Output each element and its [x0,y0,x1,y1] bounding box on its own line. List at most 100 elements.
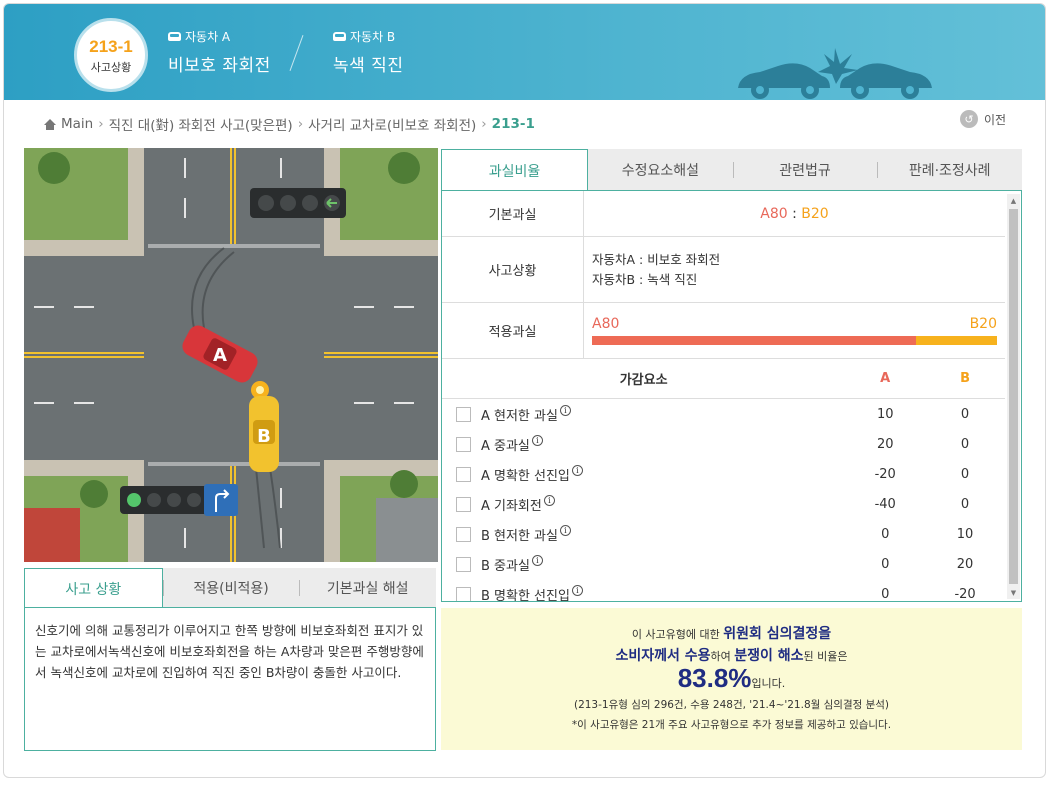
fault-ratio-panel[interactable]: 기본과실 A80 : B20 사고상황 자동차A : 비보호 좌회전 자동차B … [441,190,1022,602]
adjustment-checkbox[interactable] [456,466,471,482]
applied-fault-label: 적용과실 [442,303,584,358]
prev-button[interactable]: ↺ 이전 [960,110,1006,128]
car-b-info: 자동차 B 녹색 직진 [333,28,403,76]
basic-fault-label: 기본과실 [442,191,584,236]
adjustment-value-a: 10 [876,406,894,422]
info-line2-bold2: 분쟁이 해소 [734,648,804,664]
adjustment-name: A 기좌회전 [480,498,542,514]
info-icon[interactable]: i [559,524,571,536]
scroll-up-icon[interactable]: ▲ [1007,194,1020,207]
accident-illustration: A B [24,148,438,562]
applied-fault-b: B20 [969,316,997,332]
basic-fault-b: B20 [801,205,829,222]
adjustment-value-a: 0 [881,526,890,542]
tab-applicability[interactable]: 적용(비적용) [162,568,300,608]
right-tab-bar: 과실비율 수정요소해설 관련법규 판례·조정사례 [441,149,1022,191]
case-badge: 213-1 사고상황 [74,18,148,92]
fault-bar-a [592,336,916,345]
info-note: (213-1유형 심의 296건, 수용 248건, '21.4~'21.8월 … [573,699,890,711]
tab-related-laws[interactable]: 관련법규 [732,149,878,191]
header-divider [289,34,304,72]
situation-label: 사고상황 [442,237,584,302]
adjustment-name: B 현저한 과실 [480,528,558,544]
adjustment-value-a: 0 [881,556,890,572]
car-b-mark: B [257,426,271,447]
adjustment-row: A 중과실 i 20 0 [442,429,1005,459]
intersection-diagram: A B [24,148,438,562]
tab-fault-ratio[interactable]: 과실비율 [441,149,588,191]
back-arrow-icon: ↺ [960,110,978,128]
info-line1-bold: 위원회 심의결정을 [723,626,832,642]
adjustment-value-b: 0 [960,406,970,422]
fault-bar-b [916,336,997,345]
adjustment-row: A 기좌회전 i -40 0 [442,489,1005,519]
resolution-percent-suffix: 입니다. [751,677,786,690]
case-number: 213-1 [89,37,133,56]
car-icon [168,32,181,41]
info-footnote: *이 사고유형은 21개 주요 사고유형으로 추가 정보를 제공하고 있습니다. [571,719,892,731]
adjustment-value-a: -40 [874,496,896,512]
adjustment-checkbox[interactable] [456,526,471,542]
info-icon[interactable]: i [531,554,543,566]
car-b-value: 녹색 직진 [333,56,404,76]
adjustment-value-a: -20 [874,466,896,482]
adjustment-value-b: 0 [960,436,970,452]
info-line2-mid: 하여 [710,650,735,663]
info-line2-post: 된 비율은 [803,650,848,663]
car-a-info: 자동차 A 비보호 좌회전 [168,28,271,76]
tab-precedents[interactable]: 판례·조정사례 [877,149,1022,191]
adjustment-header-b: B [960,371,971,386]
situation-car-a: 자동차A : 비보호 좌회전 [592,251,721,267]
tab-accident-situation[interactable]: 사고 상황 [24,568,163,608]
scrollbar[interactable]: ▲ ▼ [1007,194,1020,599]
adjustment-value-b: 10 [956,526,974,542]
adjustment-list: A 현저한 과실 i 10 0 A 중과실 i 20 0 A 명확한 선진입 i -20 0 A 기좌회… [442,399,1005,601]
adjustment-checkbox[interactable] [456,406,471,422]
committee-info-box: 이 사고유형에 대한 위원회 심의결정을 소비자께서 수용하여 분쟁이 해소된 … [441,608,1022,750]
info-icon[interactable]: i [571,464,583,476]
breadcrumb-main[interactable]: Main [61,116,93,132]
accident-description: 신호기에 의해 교통정리가 이루어지고 한쪽 방향에 비보호좌회전 표지가 있는… [24,607,436,751]
adjustment-header-a: A [880,371,891,386]
breadcrumb-separator: › [297,116,304,132]
tab-adjustment-explanation[interactable]: 수정요소해설 [588,149,733,191]
info-icon[interactable]: i [531,434,543,446]
home-icon[interactable] [44,118,56,130]
adjustment-name: A 중과실 [480,438,530,454]
adjustment-value-b: 0 [960,496,970,512]
breadcrumb-separator: › [98,116,104,132]
adjustment-name: A 명확한 선진입 [480,468,570,484]
basic-fault-row: 기본과실 A80 : B20 [442,191,1005,237]
case-label: 사고상황 [90,61,132,74]
adjustment-header: 가감요소 A B [442,359,1005,399]
adjustment-value-a: 20 [876,436,894,452]
adjustment-checkbox[interactable] [456,586,471,601]
fault-ratio-bar [592,336,997,345]
applied-fault-a: A80 [592,316,620,332]
info-icon[interactable]: i [543,494,555,506]
breadcrumb-category[interactable]: 직진 대(對) 좌회전 사고(맞은편) [109,114,293,134]
adjustment-name: B 중과실 [480,558,530,574]
adjustment-checkbox[interactable] [456,556,471,572]
situation-row: 사고상황 자동차A : 비보호 좌회전 자동차B : 녹색 직진 [442,237,1005,303]
traffic-light-top [250,188,346,218]
adjustment-checkbox[interactable] [456,436,471,452]
crash-illustration-icon [738,48,932,99]
breadcrumb: Main › 직진 대(對) 좌회전 사고(맞은편) › 사거리 교차로(비보호… [44,114,535,134]
adjustment-value-b: 0 [960,466,970,482]
adjustment-checkbox[interactable] [456,496,471,512]
tab-basic-fault-explanation[interactable]: 기본과실 해설 [299,568,436,608]
breadcrumb-subcategory[interactable]: 사거리 교차로(비보호 좌회전) [308,114,476,134]
info-line1-text: 이 사고유형에 대한 [631,628,724,641]
adjustment-row: B 중과실 i 0 20 [442,549,1005,579]
app-frame: 213-1 사고상황 자동차 A 비보호 좌회전 자동차 B 녹색 직진 Mai… [3,3,1046,778]
adjustment-name: A 현저한 과실 [480,408,558,424]
info-icon[interactable]: i [571,584,583,596]
scroll-thumb[interactable] [1009,209,1018,584]
situation-car-b: 자동차B : 녹색 직진 [592,271,698,287]
adjustment-row: A 명확한 선진입 i -20 0 [442,459,1005,489]
basic-fault-colon: : [787,205,802,222]
info-icon[interactable]: i [559,404,571,416]
breadcrumb-separator: › [481,116,487,132]
scroll-down-icon[interactable]: ▼ [1007,586,1020,599]
